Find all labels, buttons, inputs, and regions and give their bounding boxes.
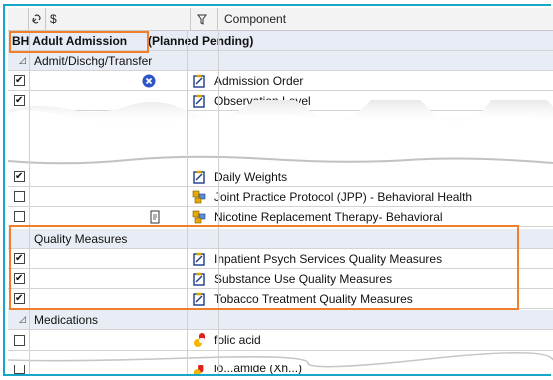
order-row-jpp[interactable]: Joint Practice Protocol (JPP) - Behavior… [8, 187, 553, 207]
order-row-folic-acid[interactable]: folic acid [8, 330, 553, 351]
order-checkbox[interactable] [14, 211, 25, 222]
section-label: Medications [34, 312, 99, 327]
order-checkbox[interactable] [14, 75, 25, 86]
order-checkbox[interactable] [14, 171, 25, 182]
window-border-top [3, 4, 551, 6]
order-checkbox[interactable] [14, 191, 25, 202]
header-link-column[interactable] [29, 8, 46, 30]
grid-line [218, 30, 219, 374]
flag-filter-icon [197, 14, 207, 25]
blue-x-circle-icon[interactable] [142, 74, 156, 88]
link-icon [32, 14, 41, 24]
window-border-bottom [3, 374, 551, 376]
multi-phase-plan-icon [192, 210, 206, 223]
order-row-partial[interactable]: lo...amide (Xh...) [8, 365, 553, 374]
note-doc-icon[interactable] [148, 210, 162, 224]
order-label: lo...amide (Xh...) [214, 365, 303, 374]
order-checkbox[interactable] [14, 365, 25, 374]
header-component-column[interactable]: Component [218, 8, 553, 30]
component-header-label: Component [224, 12, 287, 26]
clipboard-order-icon [193, 170, 205, 184]
order-label: Admission Order [214, 73, 304, 88]
order-row-daily-weights[interactable]: Daily Weights [8, 167, 553, 187]
header-dollar-column[interactable]: $ [46, 8, 191, 30]
header-select-column[interactable] [8, 8, 29, 30]
pill-capsule-icon [193, 365, 204, 374]
order-label: folic acid [214, 333, 261, 347]
order-label: Joint Practice Protocol (JPP) - Behavior… [214, 189, 473, 204]
collapse-triangle-icon[interactable]: ◿ [19, 55, 26, 66]
pill-capsule-icon [194, 333, 205, 347]
order-checkbox[interactable] [14, 334, 25, 346]
torn-paper-cutout [8, 100, 553, 170]
grid-line [187, 30, 188, 374]
highlight-box-plan-name [9, 31, 149, 53]
multi-phase-plan-icon [192, 190, 206, 203]
highlight-box-quality-measures [9, 225, 519, 310]
order-row-admission-order[interactable]: Admission Order [8, 71, 553, 91]
section-medications[interactable]: ◿ Medications [8, 310, 553, 330]
order-row-nicotine[interactable]: Nicotine Replacement Therapy- Behavioral [8, 207, 553, 227]
plan-status: (Planned Pending) [148, 33, 254, 48]
order-label: Nicotine Replacement Therapy- Behavioral [214, 209, 443, 224]
grid-line [29, 30, 30, 374]
section-label: Admit/Dischg/Transfer [34, 53, 153, 68]
section-admit-dischg-transfer[interactable]: ◿ Admit/Dischg/Transfer [8, 51, 553, 71]
order-label: Daily Weights [214, 169, 288, 184]
collapse-triangle-icon[interactable]: ◿ [19, 314, 26, 325]
header-filter-column[interactable] [187, 8, 218, 30]
window-border-left [3, 4, 5, 376]
dollar-header-label: $ [50, 12, 57, 26]
grid-header: $ Component [8, 8, 553, 31]
care-plan-window: $ Component BH Adult Admission (Planned … [0, 0, 553, 380]
clipboard-order-icon [193, 74, 205, 88]
